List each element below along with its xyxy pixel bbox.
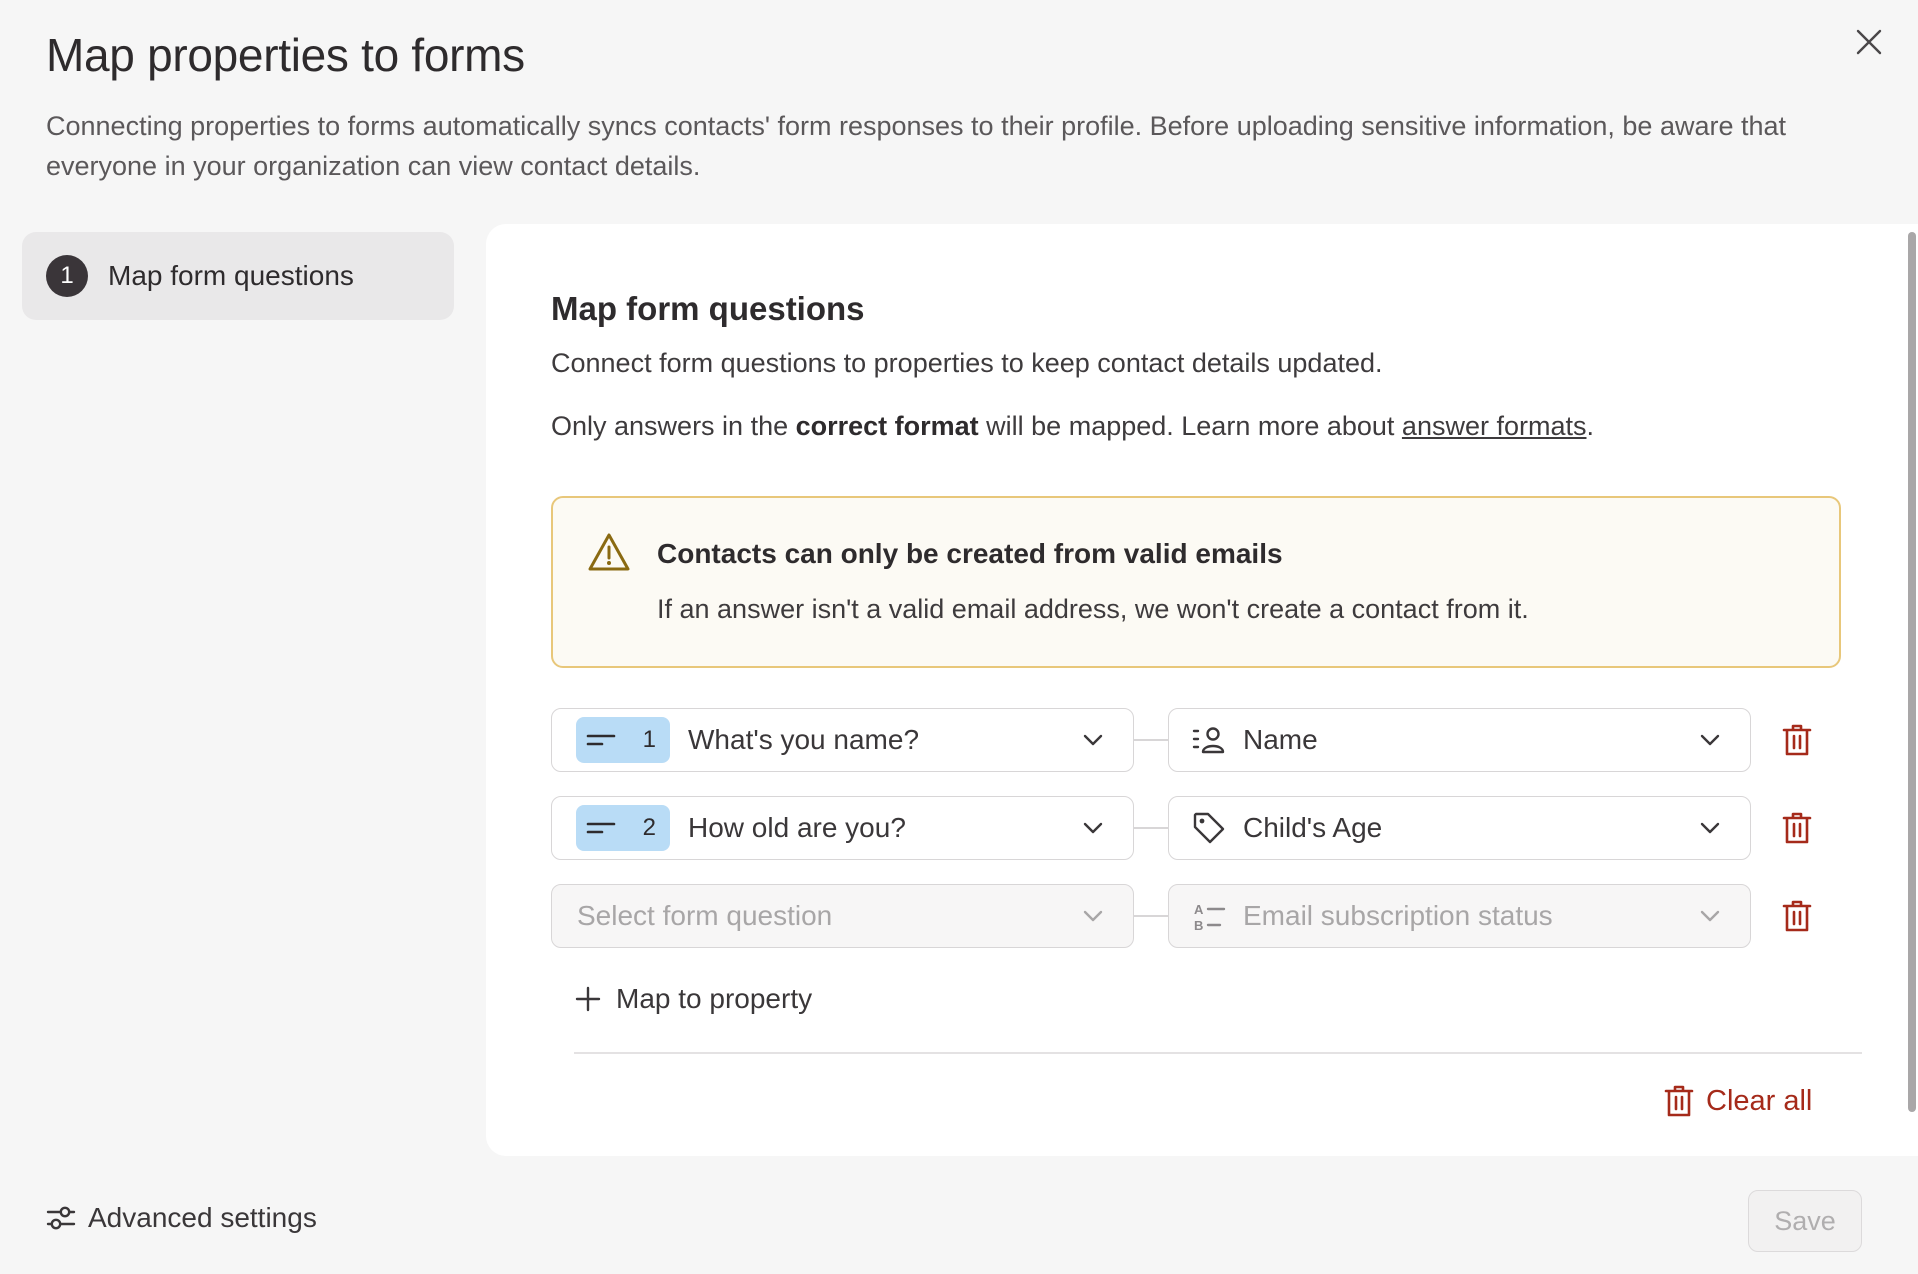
- chevron-down-icon: [1083, 734, 1103, 746]
- map-to-property-label: Map to property: [616, 983, 813, 1014]
- trash-icon: [1782, 900, 1812, 932]
- close-icon: [1856, 29, 1882, 55]
- section-title: Map form questions: [551, 290, 865, 327]
- property-value: Name: [1243, 724, 1318, 755]
- chevron-down-icon: [1083, 910, 1103, 922]
- map-to-property-button[interactable]: Map to property: [574, 983, 812, 1015]
- question-number: 2: [642, 814, 656, 841]
- property-value: Child's Age: [1243, 812, 1383, 843]
- dialog-description: Connecting properties to forms automatic…: [46, 111, 1787, 181]
- chevron-down-icon: [1700, 734, 1720, 746]
- question-badge: 2: [576, 805, 670, 851]
- trash-icon: [1782, 812, 1812, 844]
- warning-alert: Contacts can only be created from valid …: [551, 496, 1841, 668]
- mapping-row: 1 What's you name? Name: [551, 708, 1841, 772]
- connector-line: [1134, 915, 1168, 917]
- property-select[interactable]: Name: [1168, 708, 1751, 772]
- connector-line: [1134, 739, 1168, 741]
- question-placeholder: Select form question: [577, 900, 833, 931]
- form-question-select[interactable]: 1 What's you name?: [551, 708, 1134, 772]
- short-text-icon: [586, 734, 616, 746]
- divider: [574, 1052, 1862, 1054]
- note-bold: correct format: [795, 411, 979, 441]
- delete-mapping-button[interactable]: [1779, 722, 1815, 758]
- tag-icon: [1191, 810, 1227, 846]
- chevron-down-icon: [1700, 910, 1720, 922]
- clear-all-button[interactable]: Clear all: [1664, 1084, 1812, 1118]
- property-select[interactable]: A B Email subscription status: [1168, 884, 1751, 948]
- chevron-down-icon: [1083, 822, 1103, 834]
- sliders-icon: [46, 1206, 76, 1230]
- delete-mapping-button[interactable]: [1779, 898, 1815, 934]
- close-button[interactable]: [1851, 24, 1887, 60]
- chevron-down-icon: [1700, 822, 1720, 834]
- property-select[interactable]: Child's Age: [1168, 796, 1751, 860]
- section-description: Connect form questions to properties to …: [551, 348, 1383, 378]
- question-badge: 1: [576, 717, 670, 763]
- advanced-settings-label: Advanced settings: [88, 1202, 317, 1233]
- ab-list-icon: A B: [1191, 898, 1227, 934]
- note-prefix: Only answers in the: [551, 411, 796, 441]
- save-button[interactable]: Save: [1748, 1190, 1862, 1252]
- mapping-row: 2 How old are you? Child's Age: [551, 796, 1841, 860]
- clear-all-label: Clear all: [1706, 1084, 1813, 1117]
- mapping-row: Select form question A B Email subscript…: [551, 884, 1841, 948]
- short-text-icon: [586, 822, 616, 834]
- svg-text:B: B: [1194, 918, 1203, 933]
- trash-icon: [1664, 1085, 1694, 1117]
- question-value: What's you name?: [688, 724, 920, 755]
- question-value: How old are you?: [688, 812, 906, 843]
- form-question-select[interactable]: Select form question: [551, 884, 1134, 948]
- main-panel: Map form questions Connect form question…: [486, 224, 1918, 1156]
- trash-icon: [1782, 724, 1812, 756]
- answer-formats-link[interactable]: answer formats: [1402, 411, 1587, 441]
- delete-mapping-button[interactable]: [1779, 810, 1815, 846]
- property-value: Email subscription status: [1243, 900, 1553, 931]
- alert-title: Contacts can only be created from valid …: [657, 538, 1283, 569]
- note-middle: will be mapped. Learn more about: [978, 411, 1402, 441]
- warning-icon: [588, 533, 630, 571]
- scrollbar[interactable]: [1908, 232, 1916, 1112]
- step-map-form-questions[interactable]: 1 Map form questions: [22, 232, 454, 320]
- dialog-title: Map properties to forms: [46, 29, 525, 81]
- question-number: 1: [642, 726, 656, 753]
- form-question-select[interactable]: 2 How old are you?: [551, 796, 1134, 860]
- note-suffix: .: [1586, 411, 1594, 441]
- plus-icon: [575, 986, 601, 1012]
- connector-line: [1134, 827, 1168, 829]
- step-label: Map form questions: [108, 260, 354, 291]
- person-list-icon: [1191, 722, 1227, 758]
- advanced-settings-button[interactable]: Advanced settings: [46, 1202, 317, 1234]
- alert-text: If an answer isn't a valid email address…: [657, 594, 1529, 624]
- step-number: 1: [46, 255, 88, 297]
- section-note: Only answers in the correct format will …: [551, 411, 1594, 442]
- svg-text:A: A: [1194, 902, 1204, 917]
